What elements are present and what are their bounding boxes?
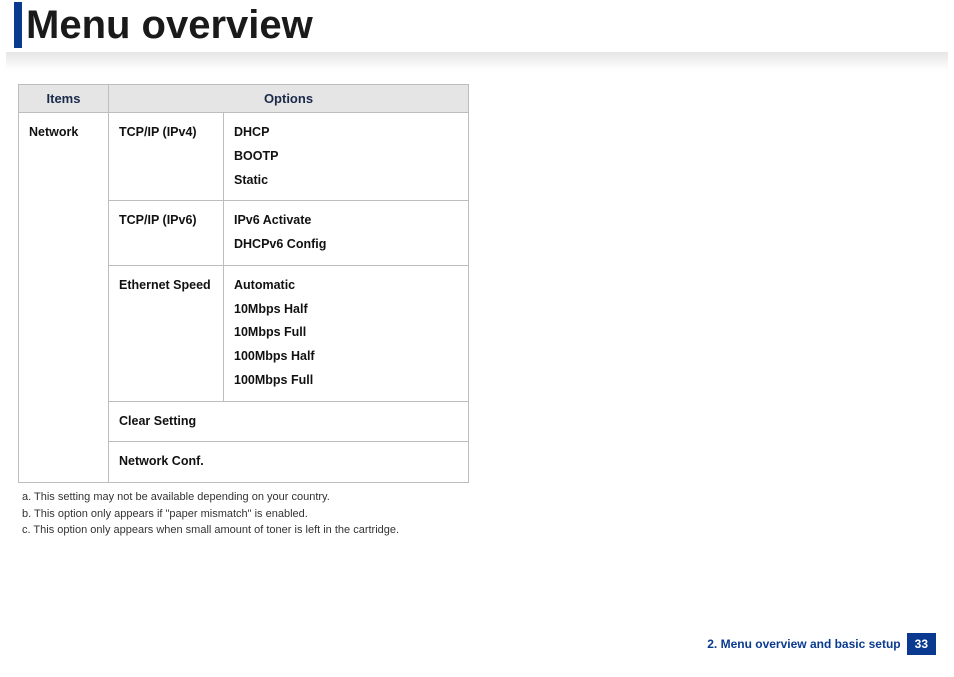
menu-table: Items Options Network TCP/IP (IPv4) DHCP… (18, 84, 469, 483)
group-item: Network (19, 113, 109, 483)
options-cell: IPv6 Activate DHCPv6 Config (224, 201, 469, 266)
footnote: b. This option only appears if "paper mi… (22, 506, 954, 523)
option-value: DHCP (234, 121, 458, 145)
options-cell: DHCP BOOTP Static (224, 113, 469, 201)
page-title-bar: Menu overview (0, 2, 954, 48)
option-value: 100Mbps Half (234, 345, 458, 369)
option-value: BOOTP (234, 145, 458, 169)
options-cell: Automatic 10Mbps Half 10Mbps Full 100Mbp… (224, 265, 469, 401)
option-value: 10Mbps Half (234, 298, 458, 322)
option-value: 10Mbps Full (234, 321, 458, 345)
table-row: Network TCP/IP (IPv4) DHCP BOOTP Static (19, 113, 469, 201)
title-accent (14, 2, 22, 48)
content-area: Items Options Network TCP/IP (IPv4) DHCP… (0, 70, 954, 539)
page-number: 33 (907, 633, 936, 655)
footnotes: a. This setting may not be available dep… (22, 489, 954, 539)
option-value: Automatic (234, 274, 458, 298)
footnote: a. This setting may not be available dep… (22, 489, 954, 506)
subitem: Ethernet Speed (109, 265, 224, 401)
option-value: 100Mbps Full (234, 369, 458, 393)
option-value: IPv6 Activate (234, 209, 458, 233)
option-value: DHCPv6 Config (234, 233, 458, 257)
subitem: Network Conf. (109, 442, 469, 483)
header-options: Options (109, 85, 469, 113)
option-value: Static (234, 169, 458, 193)
subitem: TCP/IP (IPv4) (109, 113, 224, 201)
subitem: Clear Setting (109, 401, 469, 442)
title-shadow (6, 52, 948, 70)
header-items: Items (19, 85, 109, 113)
footer-section: 2. Menu overview and basic setup (707, 637, 900, 651)
footnote: c. This option only appears when small a… (22, 522, 954, 539)
subitem: TCP/IP (IPv6) (109, 201, 224, 266)
page-title: Menu overview (26, 5, 313, 45)
page-footer: 2. Menu overview and basic setup 33 (707, 633, 936, 655)
